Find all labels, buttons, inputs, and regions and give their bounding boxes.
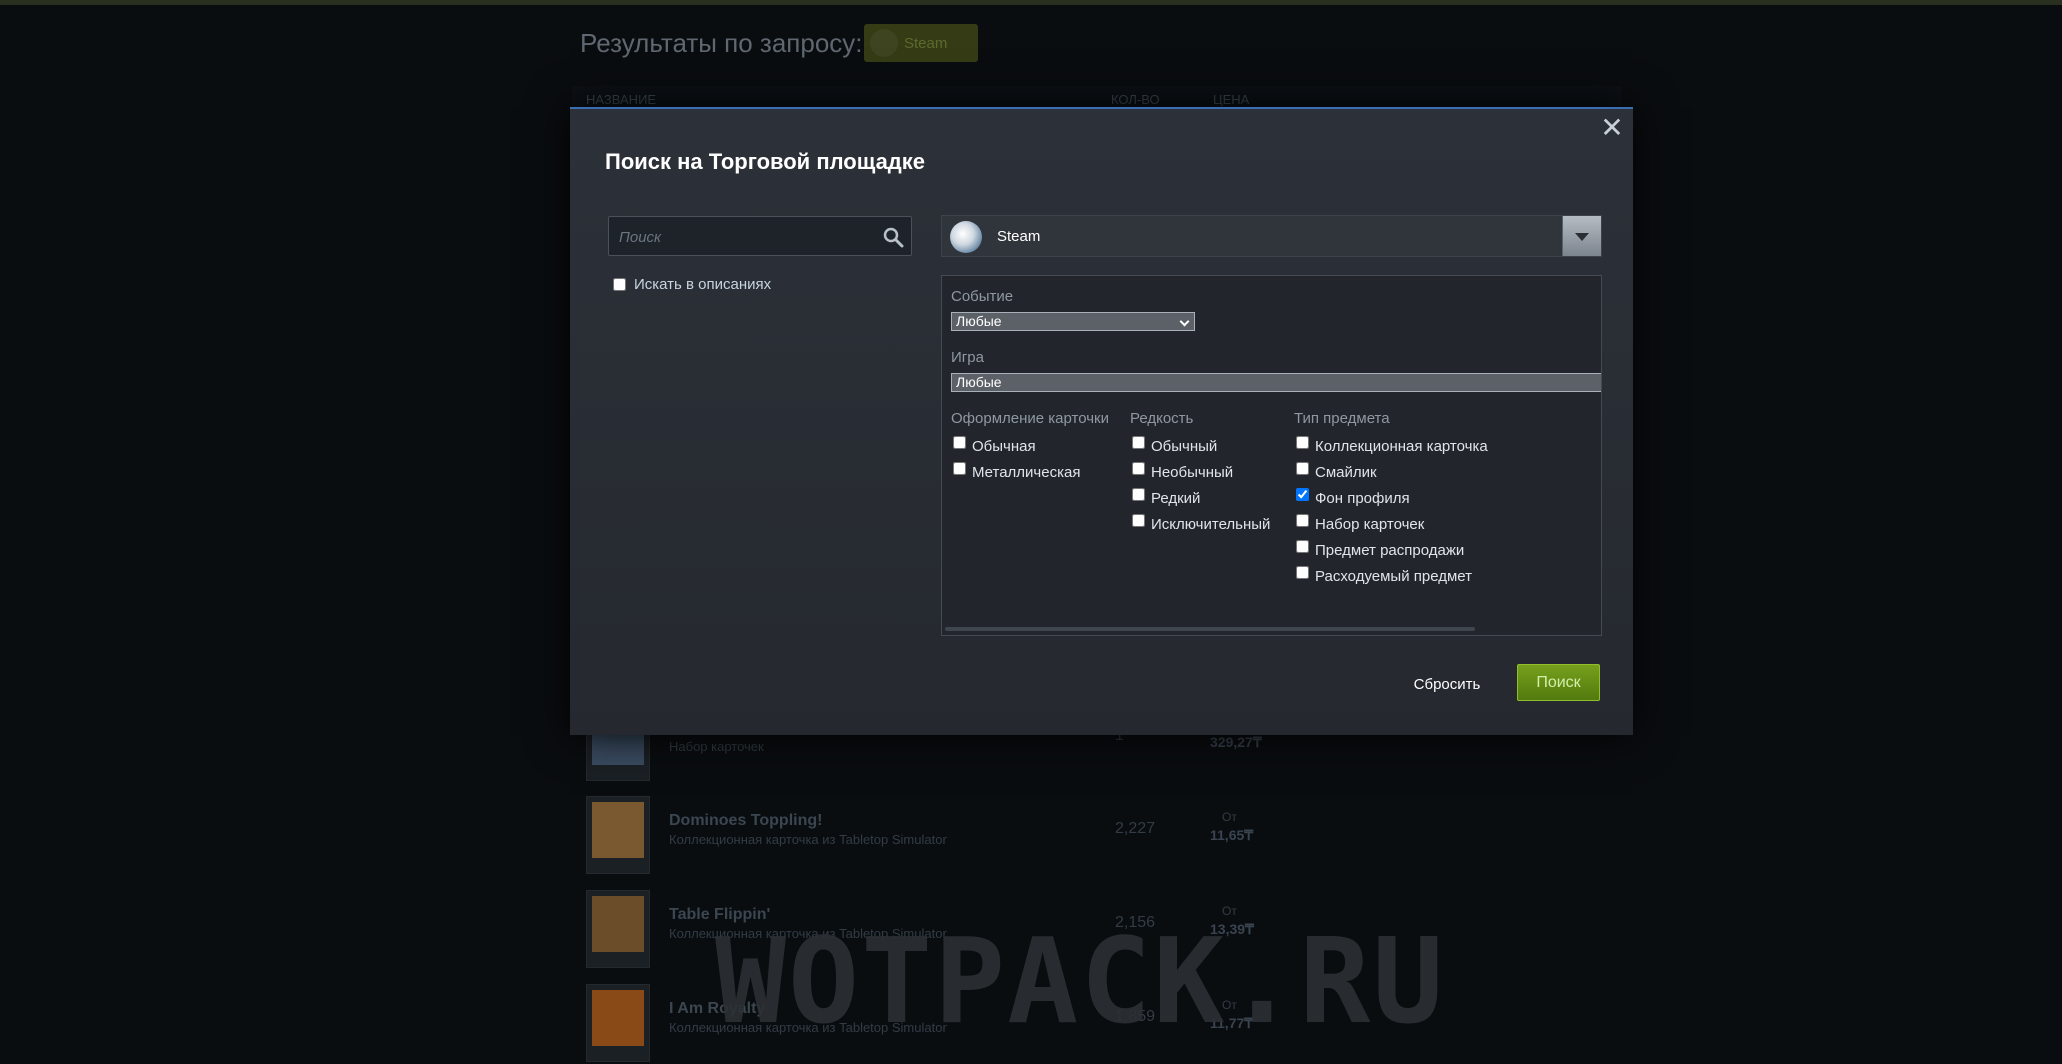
item-type-option[interactable]: Смайлик: [1294, 459, 1488, 485]
option-label: Смайлик: [1315, 463, 1377, 481]
column-header-price: ЦЕНА: [1213, 92, 1250, 107]
item-price: 11,65₸: [1210, 827, 1254, 843]
filter-tag[interactable]: Steam: [864, 24, 978, 62]
search-box: [608, 216, 912, 257]
checkbox[interactable]: [1296, 539, 1309, 553]
option-label: Обычная: [972, 437, 1036, 455]
card-border-option[interactable]: Обычная: [951, 433, 1109, 459]
item-type-option[interactable]: Коллекционная карточка: [1294, 433, 1488, 459]
item-image: [592, 990, 644, 1046]
item-desc: Набор карточек: [669, 739, 764, 754]
close-icon[interactable]: ✕: [1599, 114, 1625, 142]
filter-tag-label: Steam: [904, 34, 948, 52]
checkbox[interactable]: [1132, 513, 1145, 527]
checkbox[interactable]: [1132, 435, 1145, 449]
card-border-option[interactable]: Металлическая: [951, 459, 1109, 485]
steam-icon: [870, 29, 898, 57]
filters-panel: Событие Любые Игра Любые Оформление карт…: [941, 275, 1602, 636]
item-type-label: Тип предмета: [1294, 410, 1390, 427]
checkbox[interactable]: [1296, 565, 1309, 579]
steam-icon: [950, 221, 982, 253]
option-label: Обычный: [1151, 437, 1218, 455]
horizontal-scrollbar[interactable]: [945, 627, 1475, 631]
item-type-option[interactable]: Набор карточек: [1294, 511, 1488, 537]
item-type-group: Тип предмета Коллекционная карточка Смай…: [1294, 410, 1488, 589]
option-label: Набор карточек: [1315, 515, 1425, 533]
search-button[interactable]: Поиск: [1517, 664, 1600, 701]
checkbox[interactable]: [1296, 461, 1309, 475]
chevron-down-icon[interactable]: [1562, 216, 1601, 256]
card-border-group: Оформление карточки Обычная Металлическа…: [951, 410, 1109, 485]
rarity-group: Редкость Обычный Необычный Редкий Исключ…: [1130, 410, 1270, 537]
item-image: [592, 896, 644, 952]
watermark: WOTPACK.RU: [715, 912, 1446, 1050]
option-label: Редкий: [1151, 489, 1201, 507]
checkbox[interactable]: [1132, 461, 1145, 475]
item-image: [592, 802, 644, 858]
option-label: Предмет распродажи: [1315, 541, 1465, 559]
rarity-option[interactable]: Исключительный: [1130, 511, 1270, 537]
reset-button[interactable]: Сбросить: [1402, 669, 1492, 701]
checkbox[interactable]: [953, 435, 966, 449]
item-type-option[interactable]: Предмет распродажи: [1294, 537, 1488, 563]
rarity-label: Редкость: [1130, 410, 1194, 427]
option-label: Расходуемый предмет: [1315, 567, 1473, 585]
column-header-name: НАЗВАНИЕ: [586, 92, 657, 107]
option-label: Металлическая: [972, 463, 1081, 481]
item-desc: Коллекционная карточка из Tabletop Simul…: [669, 832, 947, 847]
checkbox[interactable]: [1296, 487, 1309, 501]
item-type-option[interactable]: Фон профиля: [1294, 485, 1488, 511]
results-title: Результаты по запросу:: [580, 28, 863, 58]
option-label: Коллекционная карточка: [1315, 437, 1488, 455]
rarity-option[interactable]: Необычный: [1130, 459, 1270, 485]
item-name[interactable]: Dominoes Toppling!: [669, 812, 822, 830]
item-type-option[interactable]: Расходуемый предмет: [1294, 563, 1488, 589]
option-label: Фон профиля: [1315, 489, 1410, 507]
rarity-option[interactable]: Обычный: [1130, 433, 1270, 459]
item-price: 329,27₸: [1210, 734, 1262, 750]
app-select[interactable]: Steam: [941, 215, 1602, 257]
game-label: Игра: [951, 349, 984, 366]
search-icon[interactable]: [881, 225, 905, 249]
game-select[interactable]: Любые: [951, 373, 1601, 392]
column-header-qty: КОЛ-ВО: [1111, 92, 1160, 107]
dialog-title: Поиск на Торговой площадке: [605, 149, 926, 174]
event-label: Событие: [951, 288, 1014, 305]
item-thumbnail: [586, 890, 650, 968]
card-border-label: Оформление карточки: [951, 410, 1109, 427]
search-input[interactable]: [609, 217, 876, 257]
checkbox[interactable]: [953, 461, 966, 475]
checkbox[interactable]: [1132, 487, 1145, 501]
search-descriptions-checkbox[interactable]: [613, 278, 626, 291]
search-descriptions-option[interactable]: Искать в описаниях: [613, 276, 771, 293]
rarity-option[interactable]: Редкий: [1130, 485, 1270, 511]
item-thumbnail: [586, 984, 650, 1062]
checkbox[interactable]: [1296, 435, 1309, 449]
item-thumbnail: [586, 796, 650, 874]
app-select-value: Steam: [997, 228, 1041, 245]
table-row[interactable]: Dominoes Toppling! Коллекционная карточк…: [572, 790, 1622, 876]
item-from: От: [1222, 810, 1237, 824]
market-search-dialog: ✕ Поиск на Торговой площадке Искать в оп…: [570, 107, 1633, 735]
option-label: Необычный: [1151, 463, 1234, 481]
option-label: Исключительный: [1151, 515, 1271, 533]
search-descriptions-label: Искать в описаниях: [634, 276, 772, 293]
item-qty: 2,227: [1115, 820, 1156, 837]
checkbox[interactable]: [1296, 513, 1309, 527]
event-select[interactable]: Любые: [951, 312, 1195, 331]
